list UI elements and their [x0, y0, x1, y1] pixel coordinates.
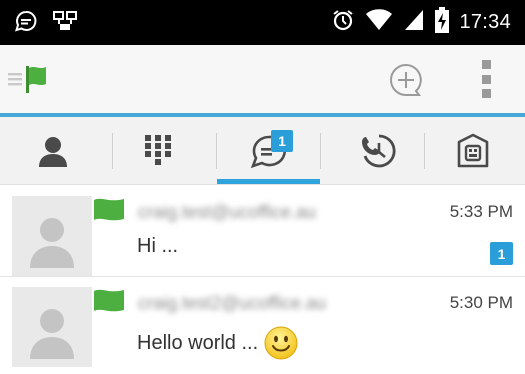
drawer-toggle[interactable] — [8, 64, 64, 94]
network-icon — [52, 9, 78, 38]
call-history-icon — [361, 134, 395, 168]
tab-contacts[interactable] — [0, 117, 105, 185]
contacts-icon — [38, 137, 67, 167]
message-preview: Hi ... — [137, 235, 179, 257]
tab-dialpad[interactable] — [105, 117, 210, 185]
chats-unread-badge: 1 — [271, 130, 293, 152]
smiley-icon — [264, 326, 298, 360]
message-time: 5:30 PM — [449, 293, 513, 312]
presence-flag-icon — [94, 289, 126, 313]
contact-name: craig.test@ucoffice.au — [138, 202, 317, 222]
alarm-icon — [331, 8, 355, 37]
unread-badge: 1 — [490, 242, 513, 265]
compose-button[interactable] — [388, 62, 424, 98]
default-avatar-icon — [30, 309, 74, 359]
dialpad-icon — [144, 135, 171, 165]
chat-bubble-icon — [14, 9, 38, 38]
message-time: 5:33 PM — [449, 202, 513, 221]
directory-icon — [457, 133, 488, 168]
status-bar: 17:34 — [0, 0, 525, 45]
signal-icon — [403, 8, 425, 37]
compose-icon — [390, 63, 422, 96]
battery-charging-icon — [435, 6, 450, 38]
tab-selected-indicator — [217, 179, 320, 184]
list-item[interactable]: craig.test2@ucoffice.au 5:30 PM Hello wo… — [0, 277, 525, 367]
conversation-list: craig.test@ucoffice.au 5:33 PM Hi ... 1 … — [0, 186, 525, 374]
contact-name: craig.test2@ucoffice.au — [138, 293, 327, 313]
wifi-icon — [365, 8, 393, 37]
message-preview: Hello world ... — [137, 326, 298, 360]
avatar — [12, 196, 92, 276]
tab-bar: 1 — [0, 117, 525, 185]
tab-chats[interactable] — [216, 117, 321, 185]
status-time: 17:34 — [459, 10, 511, 33]
default-avatar-icon — [30, 218, 74, 268]
drawer-menu-icon — [8, 73, 22, 86]
avatar — [12, 287, 92, 367]
overflow-menu-icon[interactable] — [481, 60, 491, 98]
app-flag-icon — [26, 66, 46, 93]
tab-call-history[interactable] — [325, 117, 430, 185]
list-item[interactable]: craig.test@ucoffice.au 5:33 PM Hi ... 1 — [0, 186, 525, 277]
presence-flag-icon — [94, 198, 126, 222]
tab-directory[interactable] — [420, 117, 525, 185]
action-bar — [0, 45, 525, 113]
